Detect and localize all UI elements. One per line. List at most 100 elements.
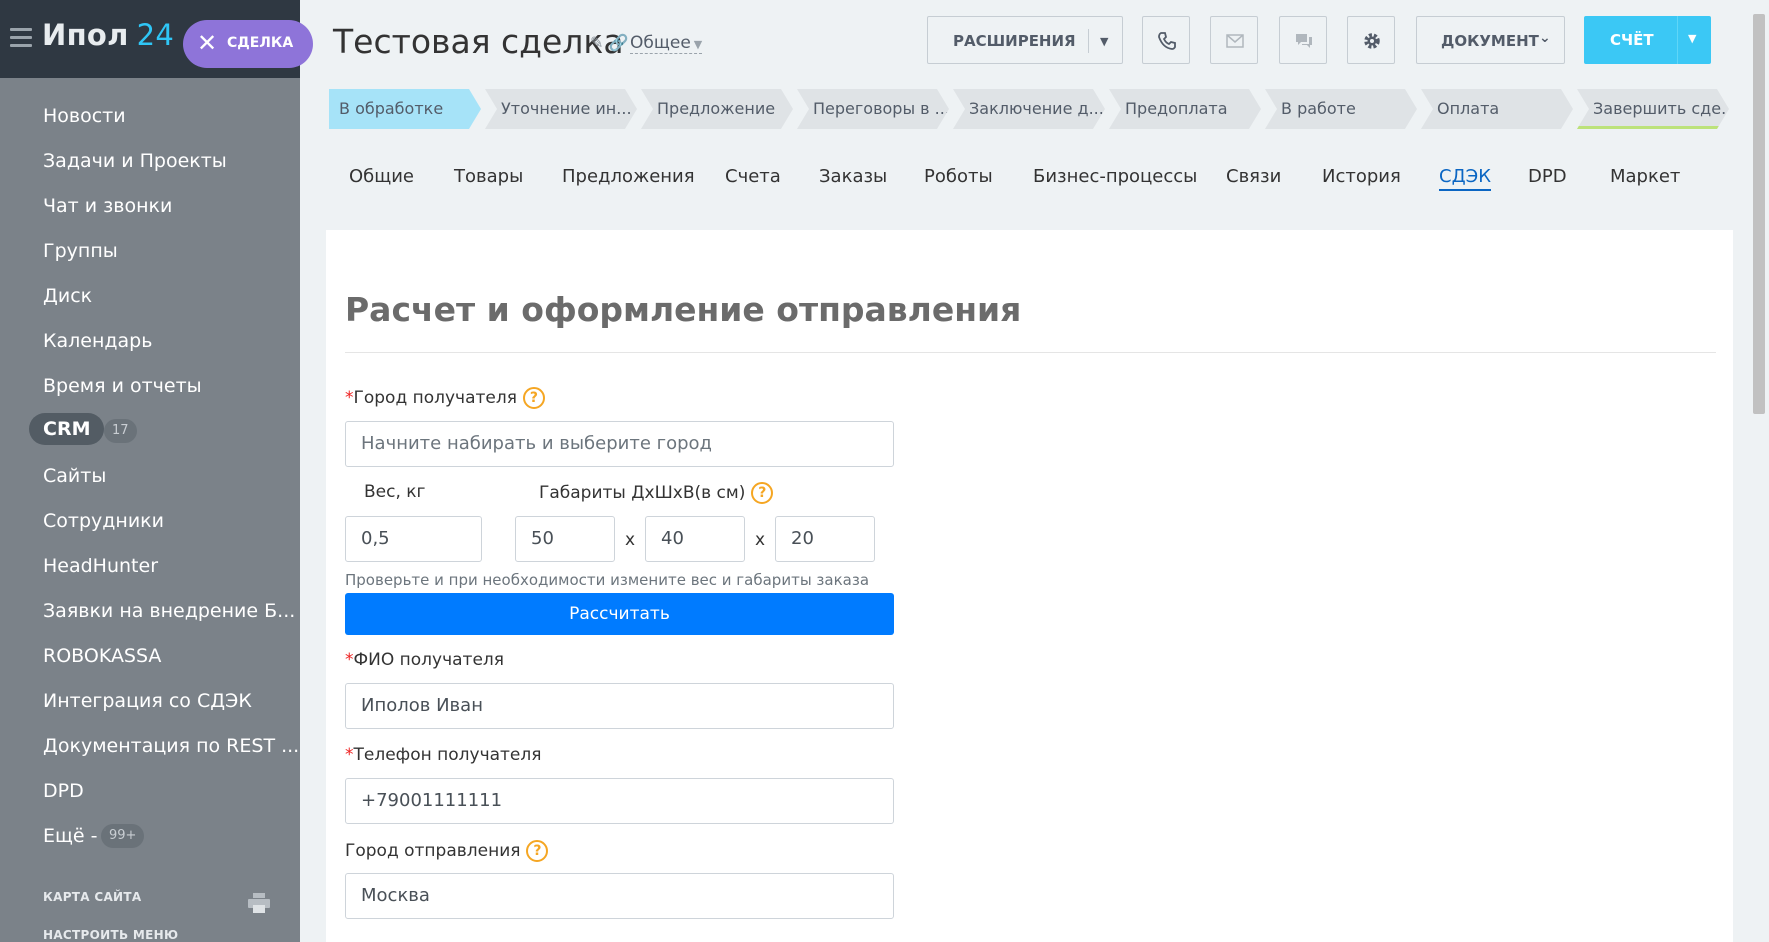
required-mark: *: [345, 745, 354, 765]
sidebar-item-sites[interactable]: Сайты: [0, 452, 300, 497]
chat-button[interactable]: [1279, 16, 1327, 64]
sidebar: Ипол 24 ✕ СДЕЛКА Новости Задачи и Проекты…: [0, 0, 313, 942]
sidebar-item-news[interactable]: Новости: [0, 92, 300, 137]
tab-products[interactable]: Товары: [454, 166, 523, 187]
dimensions-label-text: Габариты ДхШхВ(в см): [539, 483, 746, 503]
sidebar-item-employees[interactable]: Сотрудники: [0, 497, 300, 542]
sidebar-item-disk[interactable]: Диск: [0, 272, 300, 317]
sidebar-item-robokassa[interactable]: ROBOKASSA: [0, 632, 300, 677]
recipient-phone-label-text: Телефон получателя: [353, 745, 542, 765]
sidebar-item-cdek-integration[interactable]: Интеграция со СДЭК: [0, 677, 300, 722]
divider: [345, 352, 1716, 353]
category-label: Общее: [630, 33, 691, 53]
sidebar-item-time-reports[interactable]: Время и отчеты: [0, 362, 300, 407]
dimension-separator: x: [625, 530, 636, 550]
tab-offers[interactable]: Предложения: [562, 166, 695, 187]
sidebar-item-headhunter[interactable]: HeadHunter: [0, 542, 300, 587]
length-input[interactable]: 50: [515, 516, 615, 562]
recipient-city-input[interactable]: Начните набирать и выберите город: [345, 421, 894, 467]
stage-negotiation[interactable]: Переговоры в ...: [797, 89, 949, 129]
tab-market[interactable]: Маркет: [1610, 166, 1680, 187]
tab-invoices[interactable]: Счета: [725, 166, 781, 187]
edit-title-icon[interactable]: ✎ 🔗: [590, 33, 628, 52]
sidebar-item-crm[interactable]: CRM 17: [0, 407, 300, 452]
page-title: Тестовая сделка: [333, 22, 624, 61]
help-icon[interactable]: ?: [751, 482, 774, 504]
sitemap-link[interactable]: КАРТА САЙТА: [43, 890, 141, 904]
tab-links[interactable]: Связи: [1226, 166, 1281, 187]
sidebar-item-calendar[interactable]: Календарь: [0, 317, 300, 362]
recipient-phone-input[interactable]: +79001111111: [345, 778, 894, 824]
recipient-city-placeholder: Начните набирать и выберите город: [361, 433, 712, 454]
document-button[interactable]: ДОКУМЕНТ ⌄: [1416, 16, 1565, 64]
divider: [1088, 29, 1089, 53]
width-input[interactable]: 40: [645, 516, 745, 562]
tab-orders[interactable]: Заказы: [819, 166, 887, 187]
stage-in-work[interactable]: В работе: [1265, 89, 1417, 129]
recipient-name-input[interactable]: Иполов Иван: [345, 683, 894, 729]
scrollbar[interactable]: [1753, 14, 1765, 414]
close-deal-button[interactable]: ✕ СДЕЛКА: [183, 20, 313, 68]
height-input[interactable]: 20: [775, 516, 875, 562]
stage-payment[interactable]: Оплата: [1421, 89, 1573, 129]
sidebar-item-more[interactable]: Ещё - 99+: [0, 812, 300, 857]
tab-general[interactable]: Общие: [349, 166, 414, 187]
recipient-city-label-text: Город получателя: [353, 388, 517, 408]
recipient-name-label-text: ФИО получателя: [353, 650, 505, 670]
stage-clarification[interactable]: Уточнение ин...: [485, 89, 637, 129]
tab-robots[interactable]: Роботы: [924, 166, 993, 187]
sidebar-item-chat[interactable]: Чат и звонки: [0, 182, 300, 227]
origin-city-label: Город отправления?: [345, 840, 549, 862]
sidebar-menu: Новости Задачи и Проекты Чат и звонки Гр…: [0, 92, 300, 857]
email-button[interactable]: [1210, 16, 1258, 64]
chat-icon: [1296, 34, 1312, 48]
stage-contract[interactable]: Заключение д...: [953, 89, 1105, 129]
dimensions-label: Габариты ДхШхВ(в см)?: [539, 482, 774, 504]
category-dropdown[interactable]: Общее ▼: [630, 33, 703, 54]
sidebar-item-tasks[interactable]: Задачи и Проекты: [0, 137, 300, 182]
tab-business-processes[interactable]: Бизнес-процессы: [1033, 166, 1197, 187]
chevron-down-icon[interactable]: ▼: [1688, 32, 1696, 45]
recipient-name-label: *ФИО получателя: [345, 650, 504, 670]
crm-label: CRM: [29, 413, 105, 445]
configure-menu-link[interactable]: НАСТРОИТЬ МЕНЮ: [43, 928, 178, 942]
weight-input[interactable]: 0,5: [345, 516, 482, 562]
invoice-label: СЧЁТ: [1610, 31, 1654, 49]
tab-dpd[interactable]: DPD: [1528, 166, 1567, 187]
stage-in-progress[interactable]: В обработке: [329, 89, 481, 129]
stage-proposal[interactable]: Предложение: [641, 89, 793, 129]
tab-history[interactable]: История: [1322, 166, 1401, 187]
chevron-down-icon: ⌄: [1539, 30, 1551, 46]
extensions-label: РАСШИРЕНИЯ: [953, 32, 1076, 50]
logo[interactable]: Ипол 24: [42, 18, 174, 52]
tab-cdek[interactable]: СДЭК: [1439, 166, 1491, 191]
stage-prepayment[interactable]: Предоплата: [1109, 89, 1261, 129]
form-heading: Расчет и оформление отправления: [345, 290, 1022, 329]
call-button[interactable]: [1142, 16, 1190, 64]
origin-city-input[interactable]: Москва: [345, 873, 894, 919]
divider: [1677, 16, 1678, 64]
extensions-button[interactable]: РАСШИРЕНИЯ ▼: [927, 16, 1123, 64]
sidebar-item-requests[interactable]: Заявки на внедрение Б...: [0, 587, 300, 632]
gear-icon: [1364, 33, 1380, 49]
settings-button[interactable]: [1347, 16, 1395, 64]
menu-icon[interactable]: [10, 28, 32, 48]
logo-number: 24: [136, 18, 175, 52]
calculate-button[interactable]: Рассчитать: [345, 593, 894, 635]
printer-icon[interactable]: [248, 893, 270, 913]
sidebar-item-rest-docs[interactable]: Документация по REST ...: [0, 722, 300, 767]
origin-city-label-text: Город отправления: [345, 841, 521, 861]
help-icon[interactable]: ?: [522, 387, 545, 409]
sidebar-item-dpd[interactable]: DPD: [0, 767, 300, 812]
shipment-form-card: Расчет и оформление отправления * Город п…: [326, 230, 1733, 942]
recipient-phone-label: *Телефон получателя: [345, 745, 541, 765]
invoice-button[interactable]: СЧЁТ ▼: [1584, 16, 1711, 64]
crm-count-badge: 17: [104, 419, 137, 443]
sidebar-item-groups[interactable]: Группы: [0, 227, 300, 272]
mail-icon: [1226, 34, 1244, 48]
stage-finish-deal[interactable]: Завершить сде...: [1577, 89, 1729, 129]
logo-name: Ипол: [42, 18, 129, 52]
help-icon[interactable]: ?: [526, 840, 549, 862]
chevron-down-icon[interactable]: ▼: [1100, 35, 1108, 48]
chevron-down-icon: ▼: [693, 38, 703, 51]
